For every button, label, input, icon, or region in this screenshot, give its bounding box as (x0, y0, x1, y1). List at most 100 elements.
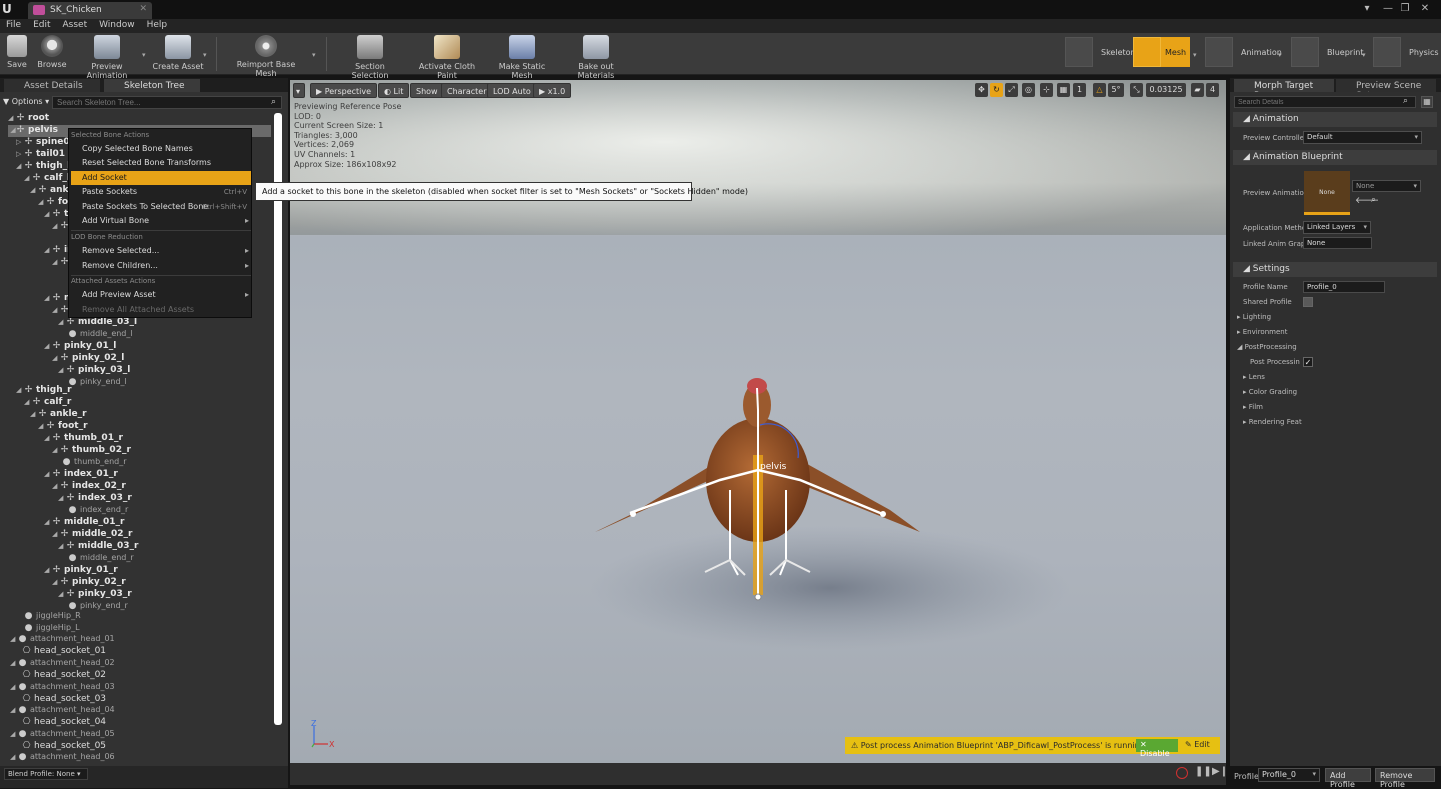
tree-row[interactable]: ◢ ✢ root (8, 113, 49, 125)
menu-window[interactable]: Window (93, 19, 141, 31)
details-search-input[interactable] (1234, 96, 1416, 108)
tree-row[interactable]: ● jiggleHip_R (24, 611, 81, 623)
tree-row[interactable]: ◢ ✢ calf_l (24, 173, 70, 185)
rotate-icon[interactable]: ↻ (990, 83, 1003, 97)
tree-row[interactable]: ◢ ● attachment_head_04 (10, 705, 115, 717)
application-method-dropdown[interactable]: Linked Layers ▾ (1303, 221, 1371, 234)
blueprint-mode-dropdown[interactable]: ▾ (1362, 51, 1370, 59)
tree-row[interactable]: ⎔ head_socket_01 (22, 646, 106, 658)
reimport-base-mesh-button[interactable]: Reimport Base Mesh (226, 35, 306, 78)
tree-row[interactable]: ◢ ✢ thigh_r (16, 385, 72, 397)
tree-row[interactable]: ◢ ✢ thigh_l (16, 161, 70, 173)
blend-profile-dropdown[interactable]: Blend Profile: None ▾ (4, 768, 88, 780)
lens-category[interactable]: ▸ Lens (1243, 373, 1265, 381)
camera-speed-value[interactable]: 4 (1206, 83, 1219, 97)
mode-animation[interactable]: Animation (1205, 37, 1285, 69)
paste-sockets-to-bone-item[interactable]: Paste Sockets To Selected Bone Ctrl+Shift… (71, 200, 251, 214)
add-preview-asset-item[interactable]: Add Preview Asset ▸ (71, 288, 251, 302)
film-category[interactable]: ▸ Film (1243, 403, 1263, 411)
coordinate-system-icon[interactable]: ◎ (1022, 83, 1035, 97)
activate-cloth-paint-button[interactable]: Activate Cloth Paint (410, 35, 484, 80)
options-dropdown[interactable]: ▼ Options ▾ (3, 97, 51, 108)
tree-row[interactable]: ◢ ● attachment_head_05 (10, 729, 115, 741)
remove-profile-button[interactable]: Remove Profile (1375, 768, 1435, 789)
tree-row[interactable]: ⎔ head_socket_04 (22, 717, 106, 729)
make-static-mesh-button[interactable]: Make Static Mesh (489, 35, 555, 80)
playback-speed-button[interactable]: ▶ x1.0 (533, 83, 572, 98)
preview-controller-dropdown[interactable]: Default ▾ (1303, 131, 1422, 144)
tree-row[interactable]: ◢ ✢ index_02_r (52, 481, 126, 493)
grid-snap-icon[interactable]: ▦ (1057, 83, 1070, 97)
record-icon[interactable] (1176, 767, 1188, 779)
tree-row[interactable]: ◢ ✢ pinky_01_r (44, 565, 118, 577)
animation-thumbnail[interactable]: None (1304, 171, 1350, 215)
view-options-icon[interactable]: ▦ (1421, 96, 1433, 108)
camera-speed-icon[interactable]: ▰ (1191, 83, 1204, 97)
viewport-menu-button[interactable]: ▾ (293, 83, 305, 98)
tree-row[interactable]: ⎔ head_socket_02 (22, 670, 106, 682)
tree-row[interactable]: ◢ ● attachment_head_06 (10, 752, 115, 763)
color-grading-category[interactable]: ▸ Color Grading (1243, 388, 1297, 396)
tree-row[interactable]: ◢ ✢ index_03_r (58, 493, 132, 505)
tab-skeleton-tree[interactable]: Skeleton Tree (104, 79, 200, 92)
mesh-mode-dropdown[interactable]: ▾ (1193, 51, 1201, 59)
tree-row[interactable]: ◢ ✢ middle_02_r (52, 529, 133, 541)
tree-row[interactable]: ● index_end_r (68, 505, 129, 517)
tree-row[interactable]: ◢ ✢ middle_01_r (44, 517, 125, 529)
angle-snap-value[interactable]: 5° (1108, 83, 1124, 97)
profile-name-field[interactable]: Profile_0 (1303, 281, 1385, 293)
menu-asset[interactable]: Asset (57, 19, 94, 31)
character-button[interactable]: Character (441, 83, 493, 98)
tree-row[interactable]: ◢ ● attachment_head_02 (10, 658, 115, 670)
tree-row[interactable]: ◢ ✢ index_01_r (44, 469, 118, 481)
add-profile-button[interactable]: Add Profile (1325, 768, 1371, 789)
step-forward-icon[interactable]: ▶❙ (1212, 766, 1228, 777)
menu-edit[interactable]: Edit (27, 19, 56, 31)
tree-row[interactable]: ● thumb_end_r (62, 457, 127, 469)
tree-row[interactable]: ● middle_end_r (68, 553, 134, 565)
save-button[interactable]: Save (3, 35, 31, 73)
scale-snap-value[interactable]: 0.03125 (1146, 83, 1186, 97)
browse-asset-icon[interactable]: ⌕ (1371, 195, 1376, 205)
menu-help[interactable]: Help (141, 19, 174, 31)
shared-profile-checkbox[interactable] (1303, 297, 1313, 307)
tree-row[interactable]: ◢ ● attachment_head_01 (10, 634, 115, 646)
tree-row[interactable]: ◢ ✢ foot_r (38, 421, 88, 433)
tree-row[interactable]: ◢ ✢ thumb_01_r (44, 433, 123, 445)
add-socket-item[interactable]: Add Socket (71, 171, 251, 185)
maximize-button[interactable]: ❐ (1398, 3, 1412, 15)
disable-post-process-button[interactable]: ✕ Disable (1136, 739, 1178, 758)
tree-scrollbar[interactable] (274, 113, 282, 725)
translate-icon[interactable]: ✥ (975, 83, 988, 97)
angle-snap-icon[interactable]: △ (1093, 83, 1106, 97)
environment-category[interactable]: ▸ Environment (1237, 328, 1287, 336)
perspective-button[interactable]: ▶ Perspective (310, 83, 378, 98)
tree-row[interactable]: ◢ ✢ pinky_03_r (58, 589, 132, 601)
skeleton-search-input[interactable] (52, 96, 282, 109)
section-animation-blueprint[interactable]: ◢ Animation Blueprint (1233, 150, 1437, 165)
animation-asset-dropdown[interactable]: None ▾ (1352, 180, 1421, 192)
bake-out-materials-button[interactable]: Bake out Materials (561, 35, 631, 80)
lit-button[interactable]: ◐ Lit (378, 83, 410, 98)
tree-row[interactable]: ● pinky_end_l (68, 377, 127, 389)
mode-mesh[interactable]: Mesh (1133, 37, 1193, 69)
menu-file[interactable]: File (0, 19, 27, 31)
paste-sockets-item[interactable]: Paste Sockets Ctrl+V (71, 185, 251, 199)
lod-button[interactable]: LOD Auto (487, 83, 537, 98)
tree-row[interactable]: ◢ ✢ pinky_02_l (52, 353, 124, 365)
lighting-category[interactable]: ▸ Lighting (1237, 313, 1271, 321)
tab-asset-details[interactable]: Asset Details (4, 79, 100, 92)
pause-icon[interactable]: ❚❚ (1195, 766, 1212, 777)
rendering-features-category[interactable]: ▸ Rendering Feat (1243, 418, 1302, 426)
tree-row[interactable]: ▷ ✢ spine01 (16, 137, 76, 149)
tree-row[interactable]: ◢ ✢ middle_03_r (58, 541, 139, 553)
remove-children-item[interactable]: Remove Children... ▸ (71, 259, 251, 273)
asset-tab[interactable]: SK_Chicken ✕ (28, 2, 152, 19)
copy-bone-names-item[interactable]: Copy Selected Bone Names (71, 142, 251, 156)
preview-animation-button[interactable]: Preview Animation (72, 35, 142, 80)
tree-row[interactable]: ◢ ✢ pinky_01_l (44, 341, 116, 353)
tree-row[interactable]: ◢ ● attachment_head_03 (10, 682, 115, 694)
reimport-dropdown[interactable]: ▾ (312, 51, 320, 59)
postprocessing-category[interactable]: ◢ PostProcessing (1237, 343, 1297, 351)
source-control-icon[interactable]: ▾ (1360, 3, 1374, 15)
